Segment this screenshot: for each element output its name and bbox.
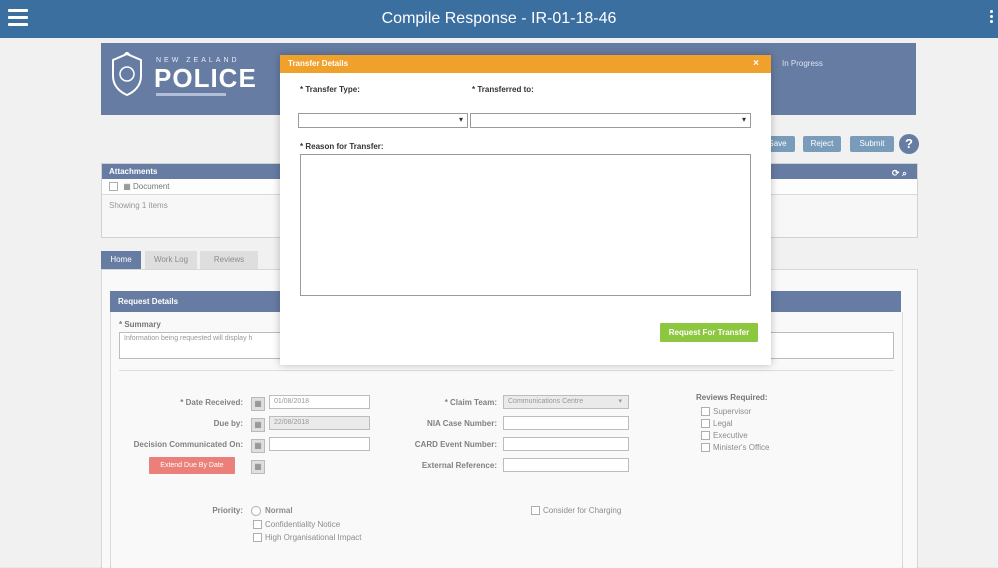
dialog-title: Transfer Details <box>280 55 771 73</box>
transferred-to-label: * Transferred to: <box>472 85 534 94</box>
more-options-icon[interactable] <box>990 10 994 25</box>
request-transfer-button[interactable]: Request For Transfer <box>660 323 758 342</box>
close-icon[interactable]: × <box>753 58 759 69</box>
reason-label: * Reason for Transfer: <box>300 142 384 151</box>
transfer-type-label: * Transfer Type: <box>300 85 360 94</box>
reason-textarea[interactable] <box>300 154 751 296</box>
transfer-type-select[interactable]: ▾ <box>298 113 468 128</box>
chevron-down-icon: ▾ <box>458 115 463 124</box>
transferred-to-select[interactable]: ▾ <box>470 113 751 128</box>
chevron-down-icon: ▾ <box>741 115 746 124</box>
transfer-details-dialog: Transfer Details × * Transfer Type: ▾ * … <box>280 55 771 365</box>
app-top-bar: Compile Response - IR-01-18-46 <box>0 0 998 38</box>
app-title: Compile Response - IR-01-18-46 <box>381 10 617 27</box>
